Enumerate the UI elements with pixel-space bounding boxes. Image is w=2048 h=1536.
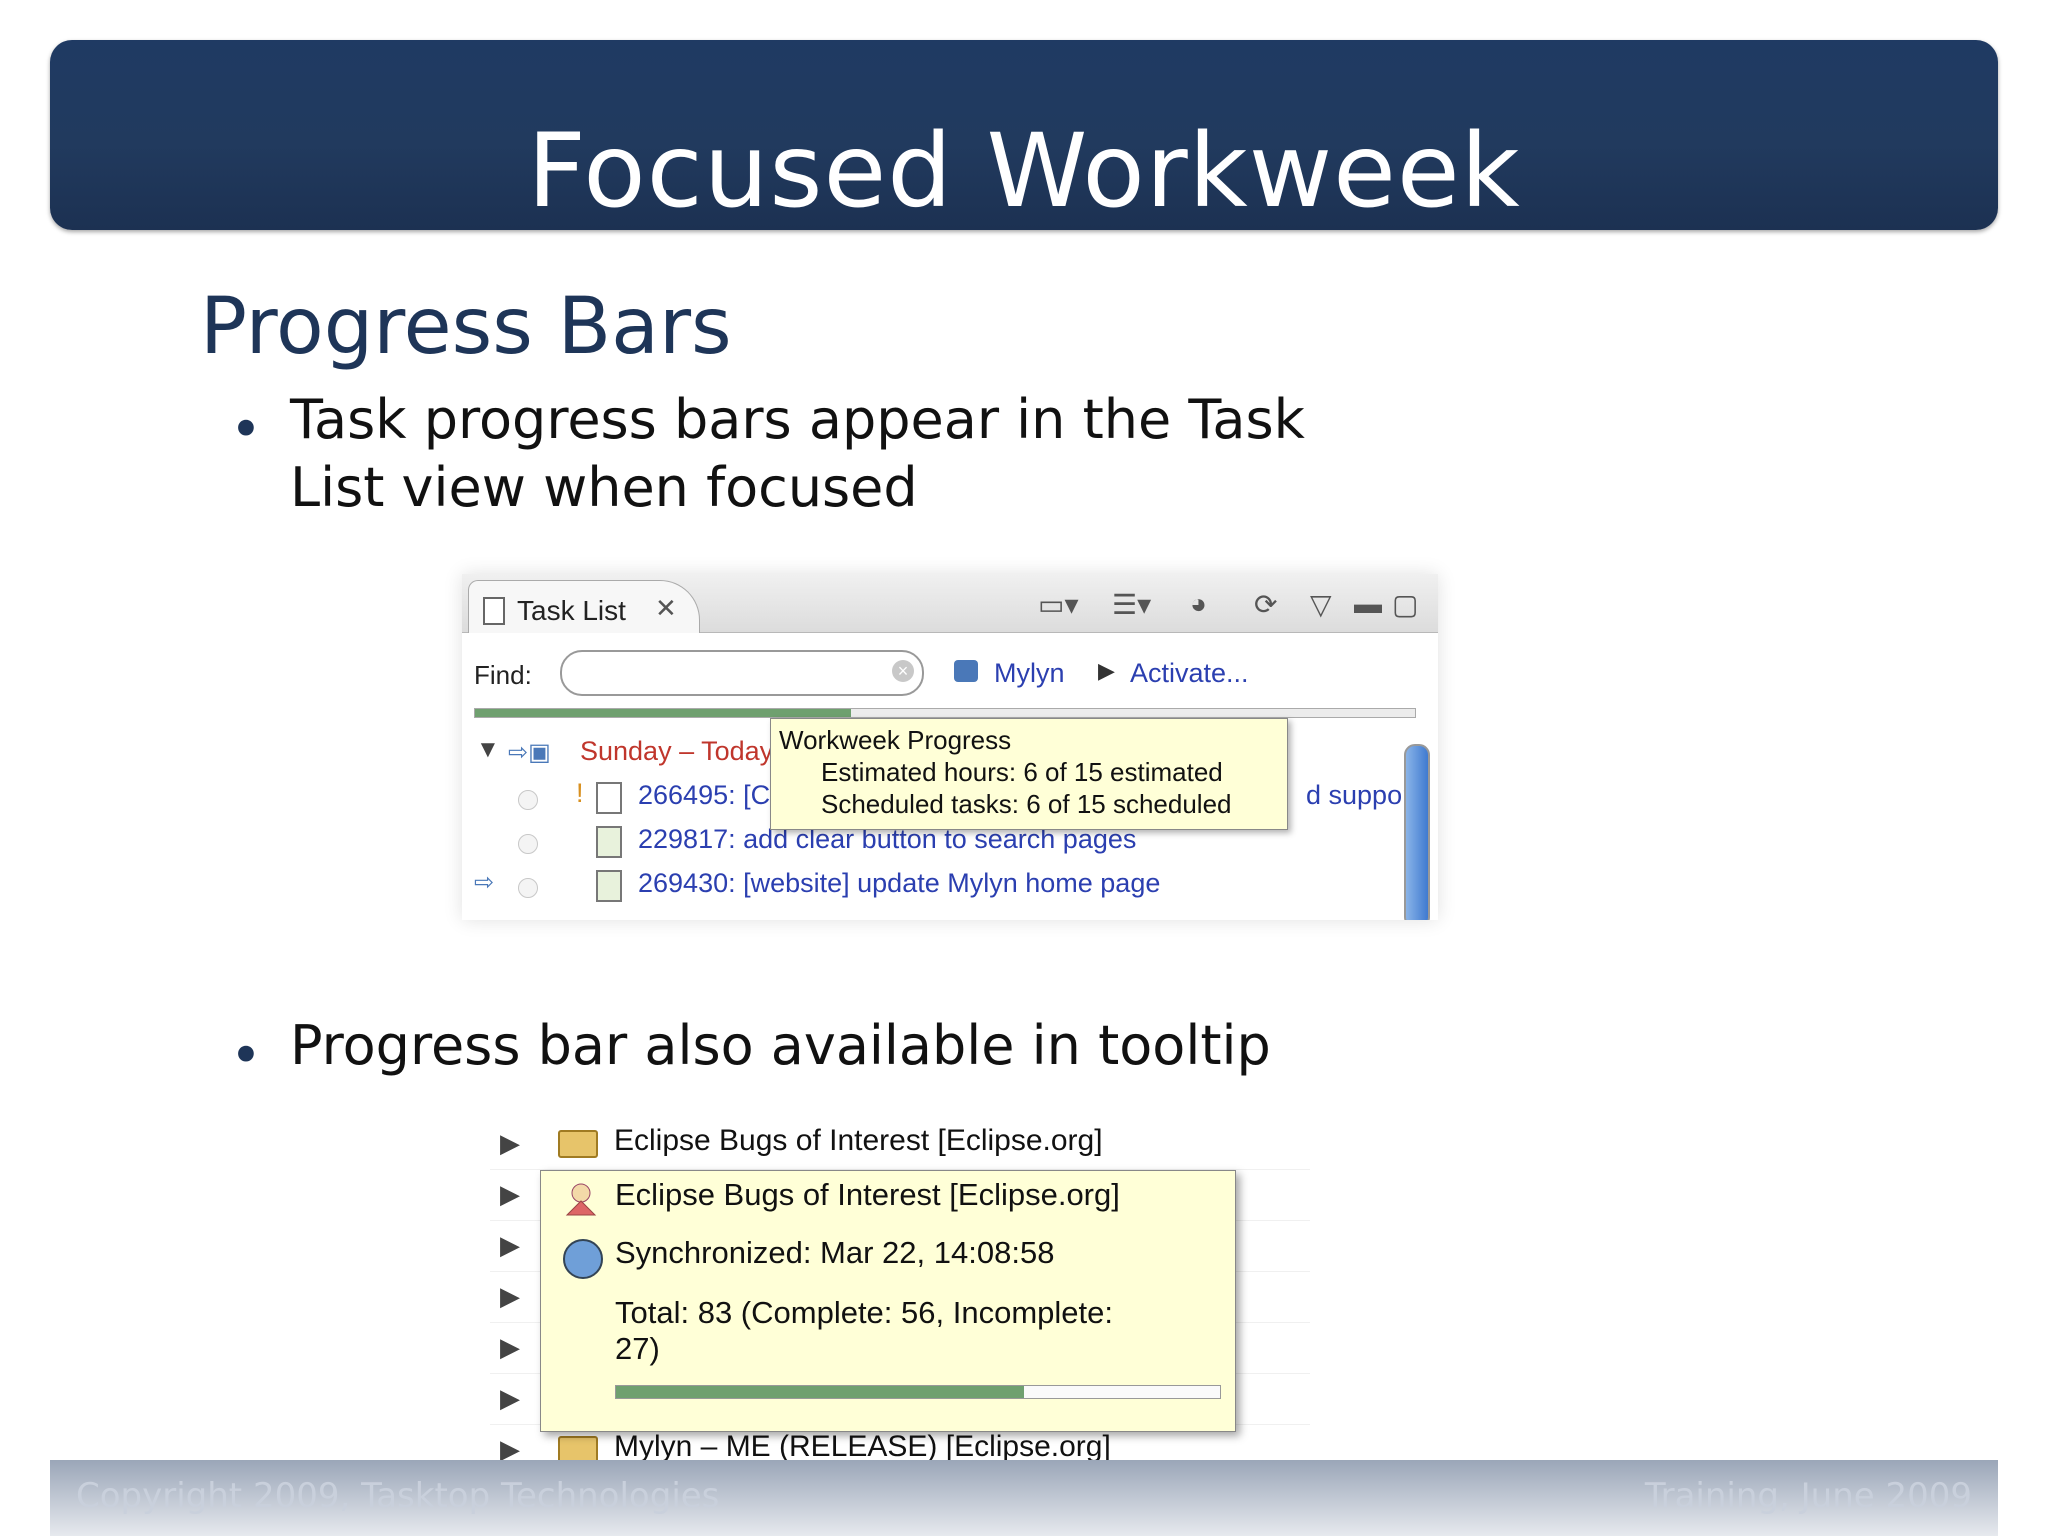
task-radio[interactable]: [518, 790, 538, 810]
task-title-suffix: d suppor: [1306, 780, 1412, 810]
expand-triangle-icon[interactable]: ▶: [500, 1179, 520, 1210]
find-input[interactable]: ×: [560, 650, 924, 696]
slide-title-bar: Focused Workweek: [50, 40, 1998, 231]
expand-triangle-icon[interactable]: ▶: [500, 1230, 520, 1261]
query-progress-bar: [615, 1385, 1221, 1399]
tab-label: Task List: [517, 595, 626, 626]
expand-triangle-icon[interactable]: ▶: [500, 1332, 520, 1363]
section-heading: Progress Bars: [200, 282, 732, 372]
task-title: 266495: [C: [638, 780, 771, 810]
query-row[interactable]: ▶ Eclipse Bugs of Interest [Eclipse.org]: [490, 1118, 1310, 1170]
close-icon[interactable]: ✕: [655, 593, 677, 624]
task-radio[interactable]: [518, 834, 538, 854]
context-icon: [954, 660, 978, 682]
tooltip-query-title: Eclipse Bugs of Interest [Eclipse.org]: [615, 1177, 1120, 1212]
repository-query-icon: [565, 1183, 597, 1216]
query-label: Mylyn – ME (RELEASE) [Eclipse.org]: [614, 1430, 1111, 1463]
tooltip-total-line1: Total: 83 (Complete: 56, Incomplete:: [615, 1295, 1113, 1330]
bullet-dot: •: [230, 1024, 262, 1087]
priority-icon: !: [576, 778, 584, 808]
workweek-progress-fill: [475, 709, 851, 717]
tooltip-scheduled: Scheduled tasks: 6 of 15 scheduled: [821, 789, 1232, 819]
footer-training: Training, June 2009: [1644, 1476, 1972, 1516]
tooltip-estimated: Estimated hours: 6 of 15 estimated: [821, 757, 1223, 787]
expand-triangle-icon[interactable]: ▶: [500, 1281, 520, 1312]
tooltip-title: Workweek Progress: [779, 725, 1012, 755]
tooltip-total-line2: 27): [615, 1331, 660, 1366]
category-label: Sunday – Today: [580, 736, 774, 766]
view-tab-bar: Task List ✕ ▭▾ ☰▾ ◕ ⟳ ▽ ▬ ▢: [462, 574, 1438, 633]
tooltip-synchronized: Synchronized: Mar 22, 14:08:58: [615, 1235, 1055, 1270]
task-list-icon: [483, 597, 505, 625]
maximize-icon[interactable]: ▢: [1392, 588, 1418, 621]
focus-icon[interactable]: ◕: [1190, 588, 1207, 620]
task-icon: [596, 826, 622, 858]
expand-triangle-icon[interactable]: ▶: [500, 1383, 520, 1414]
working-set-link[interactable]: Mylyn: [994, 658, 1065, 689]
scrollbar[interactable]: [1404, 744, 1430, 920]
new-task-icon[interactable]: ▭▾: [1038, 588, 1079, 621]
footer-copyright: Copyright 2009, Tasktop Technologies: [76, 1476, 720, 1516]
activate-link[interactable]: Activate...: [1130, 658, 1249, 689]
query-progress-fill: [616, 1386, 1024, 1398]
tab-task-list[interactable]: Task List ✕: [468, 580, 700, 633]
bullet-dot: •: [230, 398, 262, 461]
bullet-text-1: Task progress bars appear in the Task Li…: [290, 388, 1305, 519]
scheduled-icon: ⇨▣: [508, 739, 551, 766]
synchronize-icon[interactable]: ⟳: [1254, 588, 1277, 621]
slide-footer: Copyright 2009, Tasktop Technologies Tra…: [50, 1460, 1998, 1536]
minimize-icon[interactable]: ▬: [1354, 588, 1382, 620]
query-tooltip: Eclipse Bugs of Interest [Eclipse.org] S…: [540, 1170, 1236, 1432]
view-menu-icon[interactable]: ▽: [1310, 588, 1332, 621]
expand-triangle-icon[interactable]: ▶: [500, 1128, 520, 1159]
clear-icon[interactable]: ×: [892, 660, 914, 682]
query-label: Eclipse Bugs of Interest [Eclipse.org]: [614, 1124, 1103, 1157]
task-title: 269430: [website] update Mylyn home page: [638, 868, 1161, 898]
workweek-progress-bar: [474, 708, 1416, 718]
task-radio[interactable]: [518, 878, 538, 898]
bullet-text-2: Progress bar also available in tooltip: [290, 1014, 1271, 1077]
synchronize-icon: [563, 1239, 603, 1279]
presentation-icon[interactable]: ☰▾: [1112, 588, 1151, 621]
query-folder-icon: [558, 1130, 598, 1158]
chevron-right-icon: ▶: [1098, 658, 1115, 683]
find-label: Find:: [474, 660, 532, 690]
task-icon: [596, 870, 622, 902]
expand-triangle-icon[interactable]: ▼: [476, 736, 500, 764]
task-icon: [596, 782, 622, 814]
active-task-icon: ⇨: [474, 869, 495, 896]
slide-title: Focused Workweek: [527, 112, 1521, 231]
workweek-tooltip: Workweek Progress Estimated hours: 6 of …: [770, 718, 1288, 830]
